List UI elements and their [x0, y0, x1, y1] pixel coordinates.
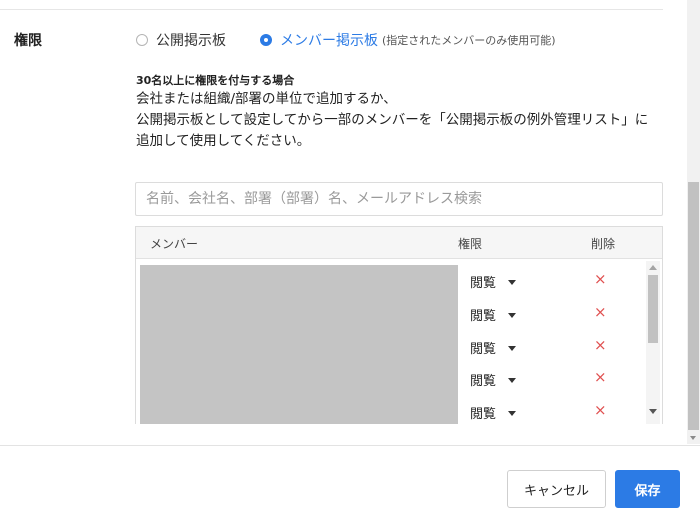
member-table: メンバー 権限 削除 閲覧 × 閲覧 × 閲覧 × 閲覧 × 閲覧 × — [135, 226, 663, 424]
delete-icon[interactable]: × — [594, 303, 607, 321]
caret-down-icon — [508, 377, 517, 383]
caret-down-icon — [508, 279, 517, 285]
table-row: 閲覧 × — [458, 331, 648, 363]
permission-value: 閲覧 — [470, 407, 497, 422]
notice-line: 公開掲示板として設定してから一部のメンバーを「公開掲示板の例外管理リスト」に追加… — [136, 112, 649, 149]
permission-radio-group: 公開掲示板 メンバー掲示板 (指定されたメンバーのみ使用可能) — [136, 30, 556, 50]
permission-dropdown[interactable]: 閲覧 — [470, 403, 517, 422]
permission-value: 閲覧 — [470, 309, 497, 324]
radio-public-board-label: 公開掲示板 — [156, 33, 226, 49]
radio-unchecked-icon[interactable] — [136, 34, 148, 46]
cancel-button[interactable]: キャンセル — [507, 470, 606, 508]
member-search-input[interactable] — [135, 182, 663, 216]
caret-down-icon — [508, 410, 517, 416]
member-list-redacted — [140, 265, 458, 424]
radio-checked-icon[interactable] — [260, 34, 272, 46]
delete-icon[interactable]: × — [594, 368, 607, 386]
scroll-up-arrow-icon[interactable] — [649, 265, 657, 270]
page-scroll-down-arrow-icon[interactable] — [690, 436, 696, 440]
permission-value: 閲覧 — [470, 342, 497, 357]
table-row: 閲覧 × — [458, 265, 648, 297]
column-header-member: メンバー — [150, 237, 199, 251]
radio-member-board-label: メンバー掲示板 — [280, 33, 378, 49]
permission-dropdown[interactable]: 閲覧 — [470, 305, 517, 324]
notice-line: 会社または組織/部署の単位で追加するか、 — [136, 91, 397, 107]
member-list-scroll-thumb[interactable] — [648, 275, 658, 343]
permission-dropdown[interactable]: 閲覧 — [470, 338, 517, 357]
member-list-scrollbar[interactable] — [646, 261, 660, 424]
permission-value: 閲覧 — [470, 374, 497, 389]
notice-body: 会社または組織/部署の単位で追加するか、 公開掲示板として設定してから一部のメン… — [136, 89, 656, 152]
top-divider — [0, 9, 663, 10]
permission-value: 閲覧 — [470, 276, 497, 291]
page-scrollbar[interactable] — [687, 0, 700, 444]
column-header-delete: 削除 — [591, 237, 616, 251]
table-row: 閲覧 × — [458, 298, 648, 330]
radio-public-board[interactable]: 公開掲示板 — [136, 30, 226, 50]
notice-heading: 30名以上に権限を付与する場合 — [136, 74, 295, 87]
table-row: 閲覧 × — [458, 363, 648, 395]
column-header-permission: 権限 — [458, 237, 483, 251]
permission-label: 権限 — [14, 33, 42, 49]
delete-icon[interactable]: × — [594, 336, 607, 354]
page-scroll-thumb[interactable] — [688, 182, 699, 430]
save-button[interactable]: 保存 — [615, 470, 680, 508]
permission-dropdown[interactable]: 閲覧 — [470, 370, 517, 389]
table-header: メンバー 権限 削除 — [136, 227, 662, 259]
delete-icon[interactable]: × — [594, 270, 607, 288]
caret-down-icon — [508, 345, 517, 351]
scroll-down-arrow-icon[interactable] — [649, 409, 657, 414]
permission-dropdown[interactable]: 閲覧 — [470, 272, 517, 291]
footer-divider — [0, 445, 700, 446]
delete-icon[interactable]: × — [594, 401, 607, 419]
radio-member-board[interactable]: メンバー掲示板 (指定されたメンバーのみ使用可能) — [260, 30, 556, 50]
board-settings-dialog: 権限 公開掲示板 メンバー掲示板 (指定されたメンバーのみ使用可能) 30名以上… — [0, 0, 700, 527]
radio-member-board-note: (指定されたメンバーのみ使用可能) — [382, 34, 556, 47]
caret-down-icon — [508, 312, 517, 318]
table-row: 閲覧 × — [458, 396, 648, 424]
